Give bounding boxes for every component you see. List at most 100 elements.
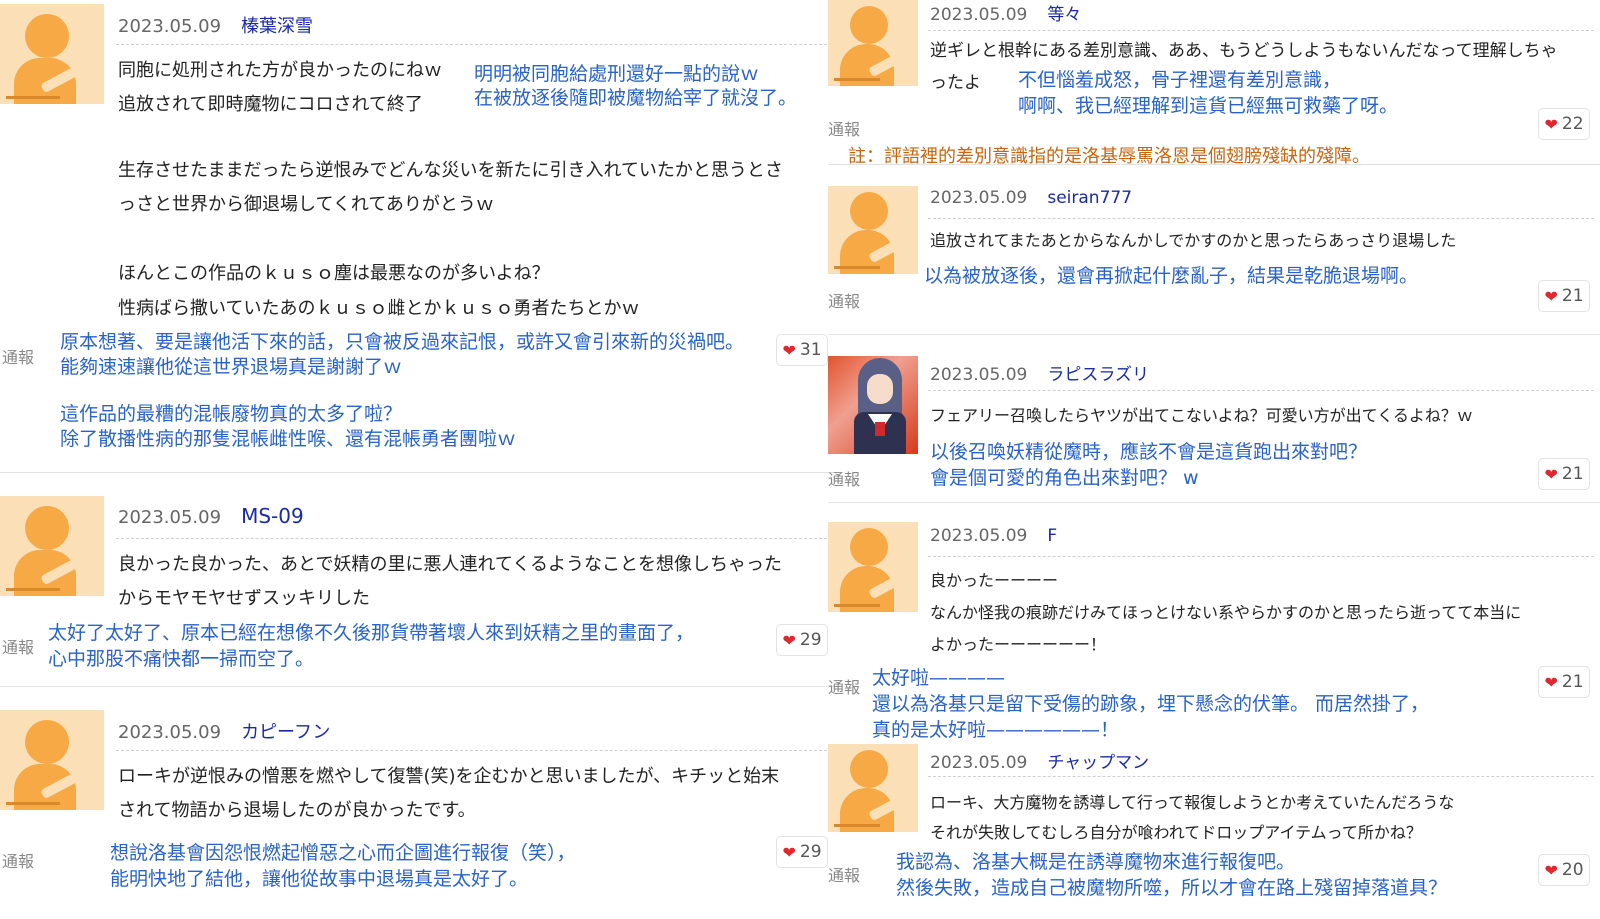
- like-button[interactable]: ❤ 29: [776, 624, 828, 656]
- avatar[interactable]: [828, 522, 918, 612]
- comment-text-line: ローキ、大方魔物を誘導して行って報復しようとか考えていたんだろうな: [930, 793, 1455, 812]
- comment-separator: [828, 334, 1600, 335]
- comment-date: 2023.05.09: [118, 16, 222, 37]
- comment-card: 2023.05.09 チャップマン ローキ、大方魔物を誘導して行って報復しようとか…: [828, 744, 1600, 916]
- comment-username[interactable]: MS-09: [241, 504, 304, 528]
- translation-line: 太好啦————: [872, 667, 1006, 689]
- like-count: 29: [799, 842, 822, 862]
- avatar-head: [850, 6, 888, 44]
- comment-text-line: からモヤモヤせずスッキリした: [118, 588, 370, 609]
- like-button[interactable]: ❤ 31: [776, 334, 828, 366]
- comment-date: 2023.05.09: [930, 188, 1028, 208]
- avatar[interactable]: [828, 0, 918, 86]
- comment-separator: [0, 686, 838, 687]
- like-button[interactable]: ❤ 21: [1538, 280, 1590, 312]
- like-button[interactable]: ❤ 22: [1538, 108, 1590, 140]
- avatar-line: [6, 96, 60, 99]
- heart-icon: ❤: [1544, 860, 1558, 880]
- translation-line: 能明快地了結他，讓他從故事中退場真是太好了。: [110, 868, 529, 890]
- avatar[interactable]: [0, 4, 104, 104]
- report-button[interactable]: 通報: [828, 862, 860, 886]
- comment-meta: 2023.05.09 チャップマン: [930, 748, 1149, 773]
- report-button[interactable]: 通報: [828, 674, 860, 698]
- comment-text-line: ローキが逆恨みの憎悪を燃やして復讐(笑)を企むかと思いましたが、キチッと始末: [118, 766, 780, 787]
- like-count: 22: [1561, 114, 1584, 134]
- comment-text-line: フェアリー召喚したらヤツが出てこないよね？可愛い方が出てくるよね？ｗ: [930, 406, 1473, 425]
- like-button[interactable]: ❤ 21: [1538, 458, 1590, 490]
- comment-separator: [828, 164, 1600, 165]
- report-button[interactable]: 通報: [2, 634, 34, 658]
- report-button[interactable]: 通報: [828, 466, 860, 490]
- meta-divider: [928, 218, 1594, 219]
- avatar[interactable]: [828, 356, 918, 454]
- comment-card: 2023.05.09 カピーフン ローキが逆恨みの憎悪を燃やして復讐(笑)を企むか…: [0, 710, 838, 915]
- heart-icon: ❤: [1544, 464, 1558, 484]
- like-count: 31: [799, 340, 822, 360]
- avatar[interactable]: [828, 744, 918, 832]
- like-button[interactable]: ❤ 29: [776, 836, 828, 868]
- translation-line: 除了散播性病的那隻混帳雌性喉、還有混帳勇者團啦ｗ: [60, 428, 517, 450]
- heart-icon: ❤: [782, 842, 796, 862]
- comment-text-line: ったよ: [930, 73, 981, 93]
- translation-line: 原本想著、要是讓他活下來的話，只會被反過來記恨，或許又會引來新的災禍吧。: [60, 331, 745, 353]
- meta-divider: [928, 556, 1594, 557]
- comment-username[interactable]: チャップマン: [1047, 753, 1149, 773]
- comment-username[interactable]: F: [1047, 526, 1057, 546]
- comment-text-line: 追放されて即時魔物にコロされて終了: [118, 94, 423, 115]
- comment-username[interactable]: 榛葉深雪: [241, 16, 313, 37]
- comments-column-right: 2023.05.09 等々 逆ギレと根幹にある差別意識、ああ、もうどうしようもない…: [828, 0, 1600, 919]
- avatar-face: [867, 374, 893, 404]
- translation-line: 以為被放逐後，還會再掀起什麼亂子，結果是乾脆退場啊。: [924, 265, 1419, 287]
- comment-text-line: 性病ばら撒いていたあのｋｕｓｏ雌とかｋｕｓｏ勇者たちとかｗ: [118, 298, 640, 319]
- comment-text-line: ほんとこの作品のｋｕｓｏ塵は最悪なのが多いよね？: [118, 263, 550, 284]
- comment-meta: 2023.05.09 MS-09: [118, 504, 304, 528]
- avatar-head: [850, 750, 888, 788]
- comment-separator: [828, 502, 1600, 503]
- translation-line: 這作品的最糟的混帳廢物真的太多了啦？: [60, 403, 403, 425]
- report-button[interactable]: 通報: [828, 288, 860, 312]
- avatar-line: [834, 604, 880, 607]
- comment-card: 2023.05.09 MS-09 良かった良かった、あとで妖精の里に悪人連れてくる…: [0, 496, 838, 686]
- comment-separator: [0, 472, 838, 473]
- like-button[interactable]: ❤ 21: [1538, 666, 1590, 698]
- translation-line: 太好了太好了、原本已經在想像不久後那貨帶著壞人來到妖精之里的畫面了，: [48, 622, 695, 644]
- report-button[interactable]: 通報: [2, 344, 34, 368]
- comment-card: 2023.05.09 榛葉深雪 同胞に処刑された方が良かったのにねｗ 追放されて即…: [0, 4, 838, 470]
- comment-date: 2023.05.09: [930, 526, 1028, 546]
- comment-meta: 2023.05.09 榛葉深雪: [118, 12, 313, 38]
- translation-line: 明明被同胞給處刑還好一點的說ｗ: [474, 63, 760, 85]
- like-count: 29: [799, 630, 822, 650]
- comment-text-line: 追放されてまたあとからなんかしでかすのかと思ったらあっさり退場した: [930, 231, 1457, 250]
- comment-meta: 2023.05.09 カピーフン: [118, 718, 330, 744]
- avatar[interactable]: [828, 186, 918, 274]
- report-button[interactable]: 通報: [828, 116, 860, 140]
- avatar[interactable]: [0, 496, 104, 596]
- comment-card: 2023.05.09 F 良かったーーーー なんか怪我の痕跡だけみてほっとけない系…: [828, 522, 1600, 744]
- comment-username[interactable]: seiran777: [1047, 188, 1132, 208]
- avatar-line: [834, 266, 880, 269]
- comment-meta: 2023.05.09 F: [930, 526, 1057, 546]
- meta-divider: [928, 30, 1594, 31]
- comment-username[interactable]: ラピスラズリ: [1047, 365, 1149, 385]
- comment-date: 2023.05.09: [118, 722, 222, 743]
- like-count: 21: [1561, 672, 1584, 692]
- translation-line: 在被放逐後隨即被魔物給宰了就沒了。: [474, 87, 798, 109]
- comment-meta: 2023.05.09 ラピスラズリ: [930, 360, 1149, 385]
- avatar[interactable]: [0, 710, 104, 810]
- comment-username[interactable]: カピーフン: [241, 722, 330, 743]
- like-button[interactable]: ❤ 20: [1538, 854, 1590, 886]
- translation-line: 然後失敗，造成自己被魔物所噬，所以才會在路上殘留掉落道具？: [896, 877, 1448, 899]
- comment-username[interactable]: 等々: [1047, 5, 1081, 25]
- meta-divider: [928, 390, 1594, 391]
- translation-line: 不但惱羞成怒，骨子裡還有差別意識，: [1018, 69, 1342, 91]
- comment-text-line: それが失敗してむしろ自分が喰われてドロップアイテムって所かね？: [930, 823, 1422, 842]
- meta-divider: [116, 44, 832, 45]
- comments-column-left: 2023.05.09 榛葉深雪 同胞に処刑された方が良かったのにねｗ 追放されて即…: [0, 0, 838, 919]
- comment-meta: 2023.05.09 等々: [930, 0, 1081, 25]
- comment-card: 2023.05.09 ラピスラズリ フェアリー召喚したらヤツが出てこないよね？可愛…: [828, 356, 1600, 502]
- report-button[interactable]: 通報: [2, 848, 34, 872]
- translation-line: 我認為、洛基大概是在誘導魔物來進行報復吧。: [896, 851, 1296, 873]
- avatar-head: [25, 720, 69, 764]
- translation-line: 真的是太好啦——————！: [872, 719, 1120, 741]
- avatar-line: [834, 78, 880, 81]
